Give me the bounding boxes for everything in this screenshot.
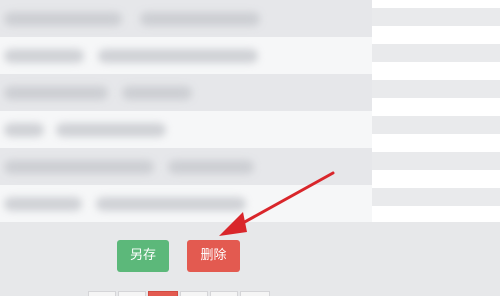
stripe-row xyxy=(372,188,500,206)
pager-item[interactable] xyxy=(88,291,116,296)
list-item[interactable] xyxy=(0,185,372,222)
pager-item[interactable] xyxy=(180,291,208,296)
right-panel xyxy=(372,0,500,222)
pager-item-active[interactable] xyxy=(148,291,178,296)
list-item[interactable] xyxy=(0,0,372,37)
action-toolbar xyxy=(0,222,500,296)
list-item[interactable] xyxy=(0,37,372,74)
save-as-button[interactable]: 另存 xyxy=(117,240,169,272)
stripe-row xyxy=(372,116,500,134)
pager-item[interactable] xyxy=(240,291,270,296)
list-item[interactable] xyxy=(0,74,372,111)
stripe-row xyxy=(372,152,500,170)
pager-item[interactable] xyxy=(118,291,146,296)
stripe-row xyxy=(372,44,500,62)
stripe-row xyxy=(372,80,500,98)
pager-item[interactable] xyxy=(210,291,238,296)
stripe-row xyxy=(372,8,500,26)
list-item[interactable] xyxy=(0,111,372,148)
list-item[interactable] xyxy=(0,148,372,185)
screenshot-page: 另存 删除 xyxy=(0,0,500,296)
blurred-list xyxy=(0,0,372,222)
delete-button[interactable]: 删除 xyxy=(187,240,240,272)
